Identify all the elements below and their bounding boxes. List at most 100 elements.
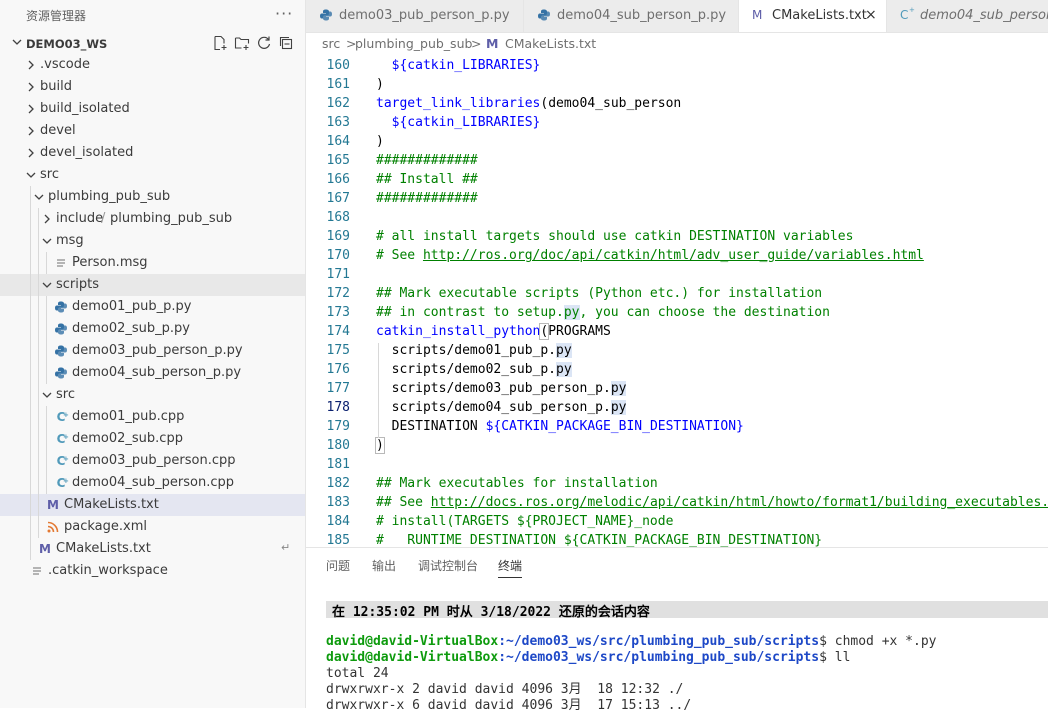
indent-guide xyxy=(38,208,39,230)
line-number: 162 xyxy=(326,96,350,111)
code-line[interactable]: # all install targets should use catkin … xyxy=(376,229,853,244)
tree-file[interactable]: C + demo03_pub_person.cpp xyxy=(0,450,305,472)
refresh-icon[interactable] xyxy=(256,35,272,51)
python-file-icon xyxy=(537,8,551,22)
indent-guide xyxy=(30,494,31,516)
line-number: 174 xyxy=(326,324,350,339)
tree-file[interactable]: package.xml xyxy=(0,516,305,538)
tree-folder[interactable]: plumbing_pub_sub xyxy=(0,186,305,208)
collapse-all-icon[interactable] xyxy=(278,35,294,51)
editor-tab[interactable]: demo03_pub_person_p.py xyxy=(306,0,524,32)
code-line[interactable]: ############# xyxy=(376,191,478,206)
code-line[interactable]: scripts/demo03_pub_person_p.py xyxy=(376,381,627,396)
tree-file[interactable]: C + demo01_pub.cpp xyxy=(0,406,305,428)
prompt-path: :~/demo03_ws/src/plumbing_pub_sub/script… xyxy=(498,650,820,665)
code-line[interactable]: ${catkin_LIBRARIES} xyxy=(376,115,541,130)
line-number: 182 xyxy=(326,476,350,491)
tree-folder[interactable]: build_isolated xyxy=(0,98,305,120)
tab-problems[interactable]: 问题 xyxy=(326,557,350,574)
tree-file[interactable]: demo01_pub_p.py xyxy=(0,296,305,318)
code-line[interactable]: ## in contrast to setup.py, you can choo… xyxy=(376,305,830,320)
workspace-header[interactable]: DEMO03_WS xyxy=(0,33,305,55)
tree-file[interactable]: M CMakeLists.txt ↵ xyxy=(0,538,305,560)
tree-folder[interactable]: src xyxy=(0,384,305,406)
new-folder-icon[interactable] xyxy=(234,35,250,51)
tab-output[interactable]: 输出 xyxy=(372,557,396,574)
tree-folder[interactable]: src xyxy=(0,164,305,186)
tree-item-label: plumbing_pub_sub xyxy=(48,189,171,204)
editor-tab[interactable]: demo04_sub_person_p.py xyxy=(524,0,739,32)
tree-folder[interactable]: scripts xyxy=(0,274,305,296)
tab-debug-console[interactable]: 调试控制台 xyxy=(418,557,478,574)
tree-folder[interactable]: msg xyxy=(0,230,305,252)
tree-folder[interactable]: build xyxy=(0,76,305,98)
indent-guide xyxy=(46,296,47,318)
editor-tab[interactable]: M CMakeLists.txt × xyxy=(739,0,887,32)
code-line[interactable]: ) xyxy=(376,134,384,149)
cpp-file-icon: C + xyxy=(56,432,69,446)
tree-folder[interactable]: .vscode xyxy=(0,54,305,76)
tree-file[interactable]: .catkin_workspace xyxy=(0,560,305,582)
tab-label: demo04_sub_person.cpp xyxy=(920,8,1048,23)
breadcrumb-file[interactable]: CMakeLists.txt xyxy=(505,36,596,51)
tree-file[interactable]: demo04_sub_person_p.py xyxy=(0,362,305,384)
chevron-right-icon xyxy=(28,126,34,136)
tree-folder[interactable]: devel_isolated xyxy=(0,142,305,164)
tree-file[interactable]: Person.msg xyxy=(0,252,305,274)
code-line[interactable]: ## Install ## xyxy=(376,172,478,187)
cmake-file-icon: M xyxy=(752,8,763,22)
indent-guide xyxy=(38,252,39,274)
tab-terminal[interactable]: 终端 xyxy=(498,557,523,578)
new-file-icon[interactable] xyxy=(212,35,228,51)
code-line[interactable]: # RUNTIME DESTINATION ${CATKIN_PACKAGE_B… xyxy=(376,533,822,547)
tree-item-label: build xyxy=(40,79,72,94)
file-icon xyxy=(30,564,44,578)
code-line[interactable]: # See http://ros.org/doc/api/catkin/html… xyxy=(376,248,924,263)
code-line[interactable]: ############# xyxy=(376,153,478,168)
close-icon[interactable]: × xyxy=(865,7,877,23)
code-line[interactable]: ## See http://docs.ros.org/melodic/api/c… xyxy=(376,495,1048,510)
more-actions-icon[interactable]: ··· xyxy=(275,4,293,23)
python-file-icon xyxy=(319,8,333,22)
tree-item-label: devel_isolated xyxy=(40,145,134,160)
code-line[interactable]: ## Mark executables for installation xyxy=(376,476,658,491)
terminal-line-2[interactable]: david@david-VirtualBox:~/demo03_ws/src/p… xyxy=(326,650,850,666)
indent-guide xyxy=(30,472,31,494)
code-line[interactable]: catkin_install_python(PROGRAMS xyxy=(376,323,611,340)
line-number: 169 xyxy=(326,229,350,244)
line-number: 161 xyxy=(326,77,350,92)
tree-file[interactable]: demo03_pub_person_p.py xyxy=(0,340,305,362)
indent-guide xyxy=(38,362,39,384)
code-line[interactable]: ${catkin_LIBRARIES} xyxy=(376,58,541,73)
code-line[interactable]: ) xyxy=(375,437,385,454)
breadcrumb-src[interactable]: src xyxy=(322,36,340,51)
workspace-label: DEMO03_WS xyxy=(26,37,108,51)
breadcrumb-package[interactable]: plumbing_pub_sub xyxy=(355,36,472,51)
indent-guide xyxy=(38,384,39,406)
terminal-line-1[interactable]: david@david-VirtualBox:~/demo03_ws/src/p… xyxy=(326,634,937,650)
code-line[interactable]: DESTINATION ${CATKIN_PACKAGE_BIN_DESTINA… xyxy=(376,419,744,434)
code-line[interactable]: ## Mark executable scripts (Python etc.)… xyxy=(376,286,822,301)
tree-file[interactable]: M CMakeLists.txt xyxy=(0,494,305,516)
tree-folder[interactable]: devel xyxy=(0,120,305,142)
code-line[interactable]: scripts/demo02_sub_p.py xyxy=(376,362,572,377)
indent-guide xyxy=(46,252,47,274)
tree-folder[interactable]: include / plumbing_pub_sub xyxy=(0,208,305,230)
tree-file[interactable]: demo02_sub_p.py xyxy=(0,318,305,340)
editor-tab[interactable]: C+ demo04_sub_person.cpp xyxy=(887,0,1048,32)
tree-file[interactable]: C + demo02_sub.cpp xyxy=(0,428,305,450)
workspace-actions xyxy=(212,35,294,51)
code-line[interactable]: ) xyxy=(376,77,384,92)
cpp-file-icon: C + xyxy=(56,476,69,490)
terminal-command: $ ll xyxy=(819,650,851,665)
bottom-panel: 问题 输出 调试控制台 终端 在 12:35:02 PM 时从 3/18/202… xyxy=(306,547,1048,713)
prompt-user: david@david-VirtualBox xyxy=(326,650,499,665)
indent-guide xyxy=(30,384,31,406)
code-line[interactable]: target_link_libraries(demo04_sub_person xyxy=(376,96,681,111)
tree-file[interactable]: C + demo04_sub_person.cpp xyxy=(0,472,305,494)
tree-item-label: plumbing_pub_sub xyxy=(110,211,233,226)
code-editor[interactable]: 160 ${catkin_LIBRARIES} 161) 162 target_lin… xyxy=(306,55,1048,547)
code-line[interactable]: scripts/demo04_sub_person_p.py xyxy=(376,400,627,415)
code-line[interactable]: scripts/demo01_pub_p.py xyxy=(376,343,572,358)
code-line[interactable]: # install(TARGETS ${PROJECT_NAME}_node xyxy=(376,514,673,529)
